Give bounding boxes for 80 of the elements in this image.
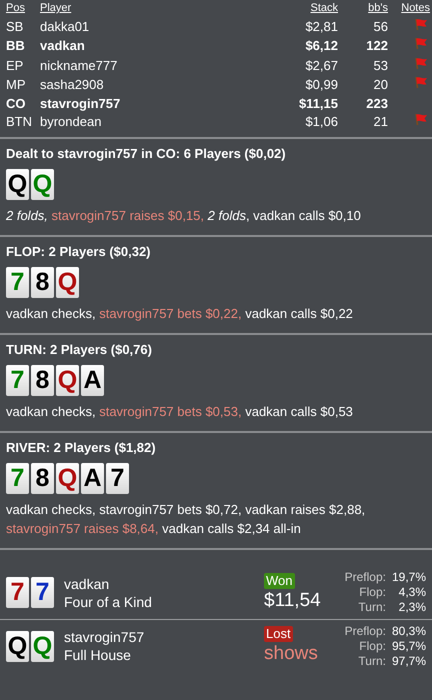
playing-card: 7 bbox=[31, 577, 54, 608]
playing-card: 7 bbox=[106, 463, 129, 494]
table-cell-text: BTN bbox=[5, 112, 33, 131]
result-badge: Lost bbox=[264, 626, 293, 642]
result-amount: shows bbox=[264, 642, 318, 666]
column-header[interactable]: Stack bbox=[240, 0, 338, 16]
table-cell-text: dakka01 bbox=[40, 18, 90, 36]
street-heading: RIVER: 2 Players ($1,82) bbox=[6, 439, 157, 457]
flag-icon[interactable] bbox=[414, 112, 428, 126]
player-name: vadkan bbox=[64, 574, 110, 592]
table-cell-text: $0,99 bbox=[304, 76, 338, 94]
flag-icon[interactable] bbox=[414, 37, 428, 50]
flag-icon[interactable] bbox=[414, 76, 428, 89]
playing-card: Q bbox=[56, 365, 79, 396]
street-heading: TURN: 2 Players ($0,76) bbox=[6, 341, 153, 359]
table-cell-text: 20 bbox=[372, 76, 388, 94]
street-heading: Dealt to stavrogin757 in CO: 6 Players ($0,02) bbox=[6, 145, 287, 163]
result-amount: $11,54 bbox=[264, 588, 321, 612]
equity-label: Preflop: bbox=[344, 570, 386, 585]
hand-name: Full House bbox=[64, 646, 132, 664]
table-cell-text: $11,15 bbox=[298, 94, 338, 112]
playing-card: 8 bbox=[31, 365, 54, 396]
table-cell-text: SB bbox=[5, 18, 24, 36]
column-header[interactable]: Notes bbox=[388, 0, 432, 16]
flag-icon[interactable] bbox=[414, 18, 428, 30]
equity-label: Preflop: bbox=[344, 624, 386, 638]
table-cell-text: $2,67 bbox=[304, 56, 338, 75]
table-cell: MP bbox=[0, 75, 40, 94]
playing-card: A bbox=[81, 365, 104, 396]
playing-card: Q bbox=[31, 630, 54, 662]
action-summary: vadkan checks, stavrogin757 bets $0,72, vadkan raises $2,88, stavrogin757 raises $8,64, vadkan calls $2,34 all-in bbox=[6, 501, 366, 538]
column-header[interactable]: Player bbox=[40, 0, 240, 16]
action-summary: vadkan checks, stavrogin757 bets $0,53, vadkan calls $0,53 bbox=[6, 403, 354, 421]
column-header[interactable]: Pos bbox=[0, 0, 40, 16]
equity-label: Flop: bbox=[358, 585, 386, 600]
table-cell-text: vadkan bbox=[40, 37, 86, 56]
table-cell-text: $2,81 bbox=[304, 18, 338, 36]
table-cell: BB bbox=[0, 36, 40, 56]
equity-value: 95,7% bbox=[392, 638, 426, 654]
hand-name: Four of a Kind bbox=[64, 592, 153, 610]
table-cell: 223 bbox=[338, 94, 388, 112]
flag-icon[interactable] bbox=[414, 56, 428, 70]
playing-card: 7 bbox=[6, 577, 29, 608]
playing-card: Q bbox=[6, 630, 29, 662]
table-cell-text: EP bbox=[5, 56, 24, 75]
street-heading: FLOP: 2 Players ($0,32) bbox=[6, 243, 152, 261]
playing-card: Q bbox=[31, 169, 54, 200]
playing-card: 7 bbox=[6, 267, 29, 298]
equity-value: 2,3% bbox=[398, 600, 426, 615]
playing-card: Q bbox=[56, 267, 79, 298]
equity-value: 97,7% bbox=[392, 654, 426, 668]
table-cell-text: byrondean bbox=[40, 112, 102, 131]
playing-card: A bbox=[81, 463, 104, 494]
equity-label: Turn: bbox=[357, 600, 386, 615]
playing-card: Q bbox=[56, 463, 79, 494]
table-cell-text: 21 bbox=[372, 112, 388, 131]
result-badge: Won bbox=[264, 572, 294, 588]
table-cell-text: 122 bbox=[365, 37, 388, 56]
equity-label: Turn: bbox=[357, 654, 386, 668]
playing-card: 7 bbox=[6, 365, 29, 396]
action-summary: vadkan checks, stavrogin757 bets $0,22, vadkan calls $0,22 bbox=[6, 305, 354, 323]
playing-card: 8 bbox=[31, 267, 54, 298]
playing-card: 8 bbox=[31, 463, 54, 494]
playing-card: 7 bbox=[6, 463, 29, 494]
equity-value: 4,3% bbox=[398, 585, 426, 600]
table-cell-text: stavrogin757 bbox=[40, 94, 122, 112]
table-cell-text: nickname777 bbox=[40, 56, 118, 75]
table-cell-text: $1,06 bbox=[304, 112, 338, 131]
table-cell-text: 53 bbox=[372, 56, 388, 75]
equity-value: 19,7% bbox=[392, 570, 426, 585]
playing-card: Q bbox=[6, 169, 29, 200]
column-header[interactable]: bb's bbox=[338, 0, 388, 16]
table-cell-text: 56 bbox=[372, 18, 388, 36]
equity-label: Flop: bbox=[358, 638, 386, 654]
table-cell-text: CO bbox=[5, 94, 26, 112]
player-name: stavrogin757 bbox=[64, 628, 146, 646]
equity-value: 80,3% bbox=[392, 624, 426, 638]
table-cell-text: $6,12 bbox=[304, 37, 338, 56]
table-cell-text: sasha2908 bbox=[40, 76, 105, 94]
action-summary: 2 folds, stavrogin757 raises $0,15, 2 folds, vadkan calls $0,10 bbox=[6, 207, 362, 225]
